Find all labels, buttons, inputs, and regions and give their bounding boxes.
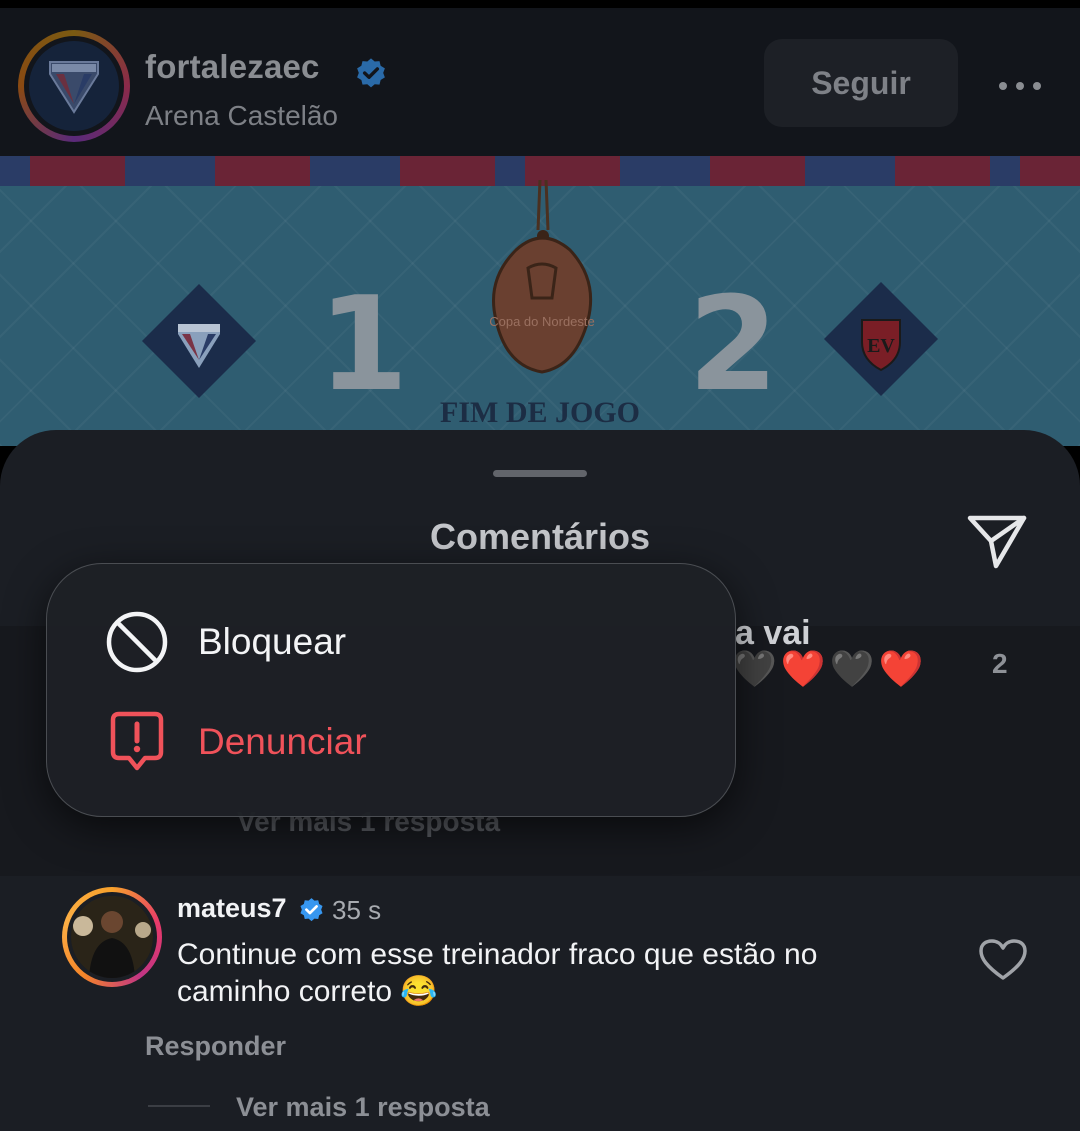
comment-emojis: 🖤❤️🖤❤️ bbox=[732, 648, 928, 689]
top-strip bbox=[0, 0, 1080, 8]
view-more-replies-link[interactable]: Ver mais 1 resposta bbox=[236, 1092, 490, 1123]
svg-text:EV: EV bbox=[867, 335, 895, 357]
leather-trophy-tag-icon: Copa do Nordeste bbox=[489, 180, 595, 374]
commenter-username[interactable]: mateus7 bbox=[177, 893, 287, 924]
comment-like-count: 2 bbox=[992, 648, 1008, 679]
more-horizontal-icon bbox=[999, 82, 1041, 90]
send-icon[interactable] bbox=[964, 508, 1030, 574]
final-whistle-label: FIM DE JOGO bbox=[440, 396, 640, 429]
reply-button[interactable]: Responder bbox=[145, 1031, 286, 1062]
verified-badge-icon bbox=[357, 58, 385, 88]
follow-button[interactable]: Seguir bbox=[764, 39, 958, 127]
away-team-crest-icon: EV bbox=[824, 282, 938, 396]
replies-divider-line bbox=[148, 1105, 210, 1107]
account-avatar[interactable] bbox=[18, 30, 130, 142]
heart-icon[interactable] bbox=[978, 938, 1028, 982]
block-icon bbox=[106, 611, 168, 673]
verified-badge-icon bbox=[300, 898, 323, 922]
account-name[interactable]: fortalezaec bbox=[145, 48, 320, 86]
club-crest-icon bbox=[49, 61, 99, 114]
post-header: fortalezaec Arena Castelão Seguir bbox=[0, 8, 1080, 156]
home-team-crest-icon bbox=[142, 284, 256, 398]
trophy-caption: Copa do Nordeste bbox=[489, 314, 595, 329]
commenter-avatar[interactable] bbox=[62, 887, 162, 987]
report-icon bbox=[110, 711, 164, 771]
more-options-button[interactable] bbox=[992, 66, 1048, 106]
post-image[interactable]: 1 Copa do Nordeste 2 EV FIM DE JOGO bbox=[0, 156, 1080, 446]
block-label: Bloquear bbox=[198, 621, 347, 662]
post-location[interactable]: Arena Castelão bbox=[145, 100, 338, 132]
comment-timestamp: 35 s bbox=[332, 895, 382, 925]
block-menu-item[interactable]: Bloquear bbox=[47, 592, 737, 692]
report-menu-item[interactable]: Denunciar bbox=[47, 692, 737, 792]
report-label: Denunciar bbox=[198, 721, 367, 762]
person-photo bbox=[71, 896, 153, 978]
sheet-title: Comentários bbox=[429, 516, 651, 557]
comment-text: Continue com esse treinador fraco que es… bbox=[177, 938, 818, 1008]
comment-context-menu: Bloquear Denunciar bbox=[46, 563, 736, 817]
sheet-drag-handle[interactable] bbox=[493, 470, 587, 477]
